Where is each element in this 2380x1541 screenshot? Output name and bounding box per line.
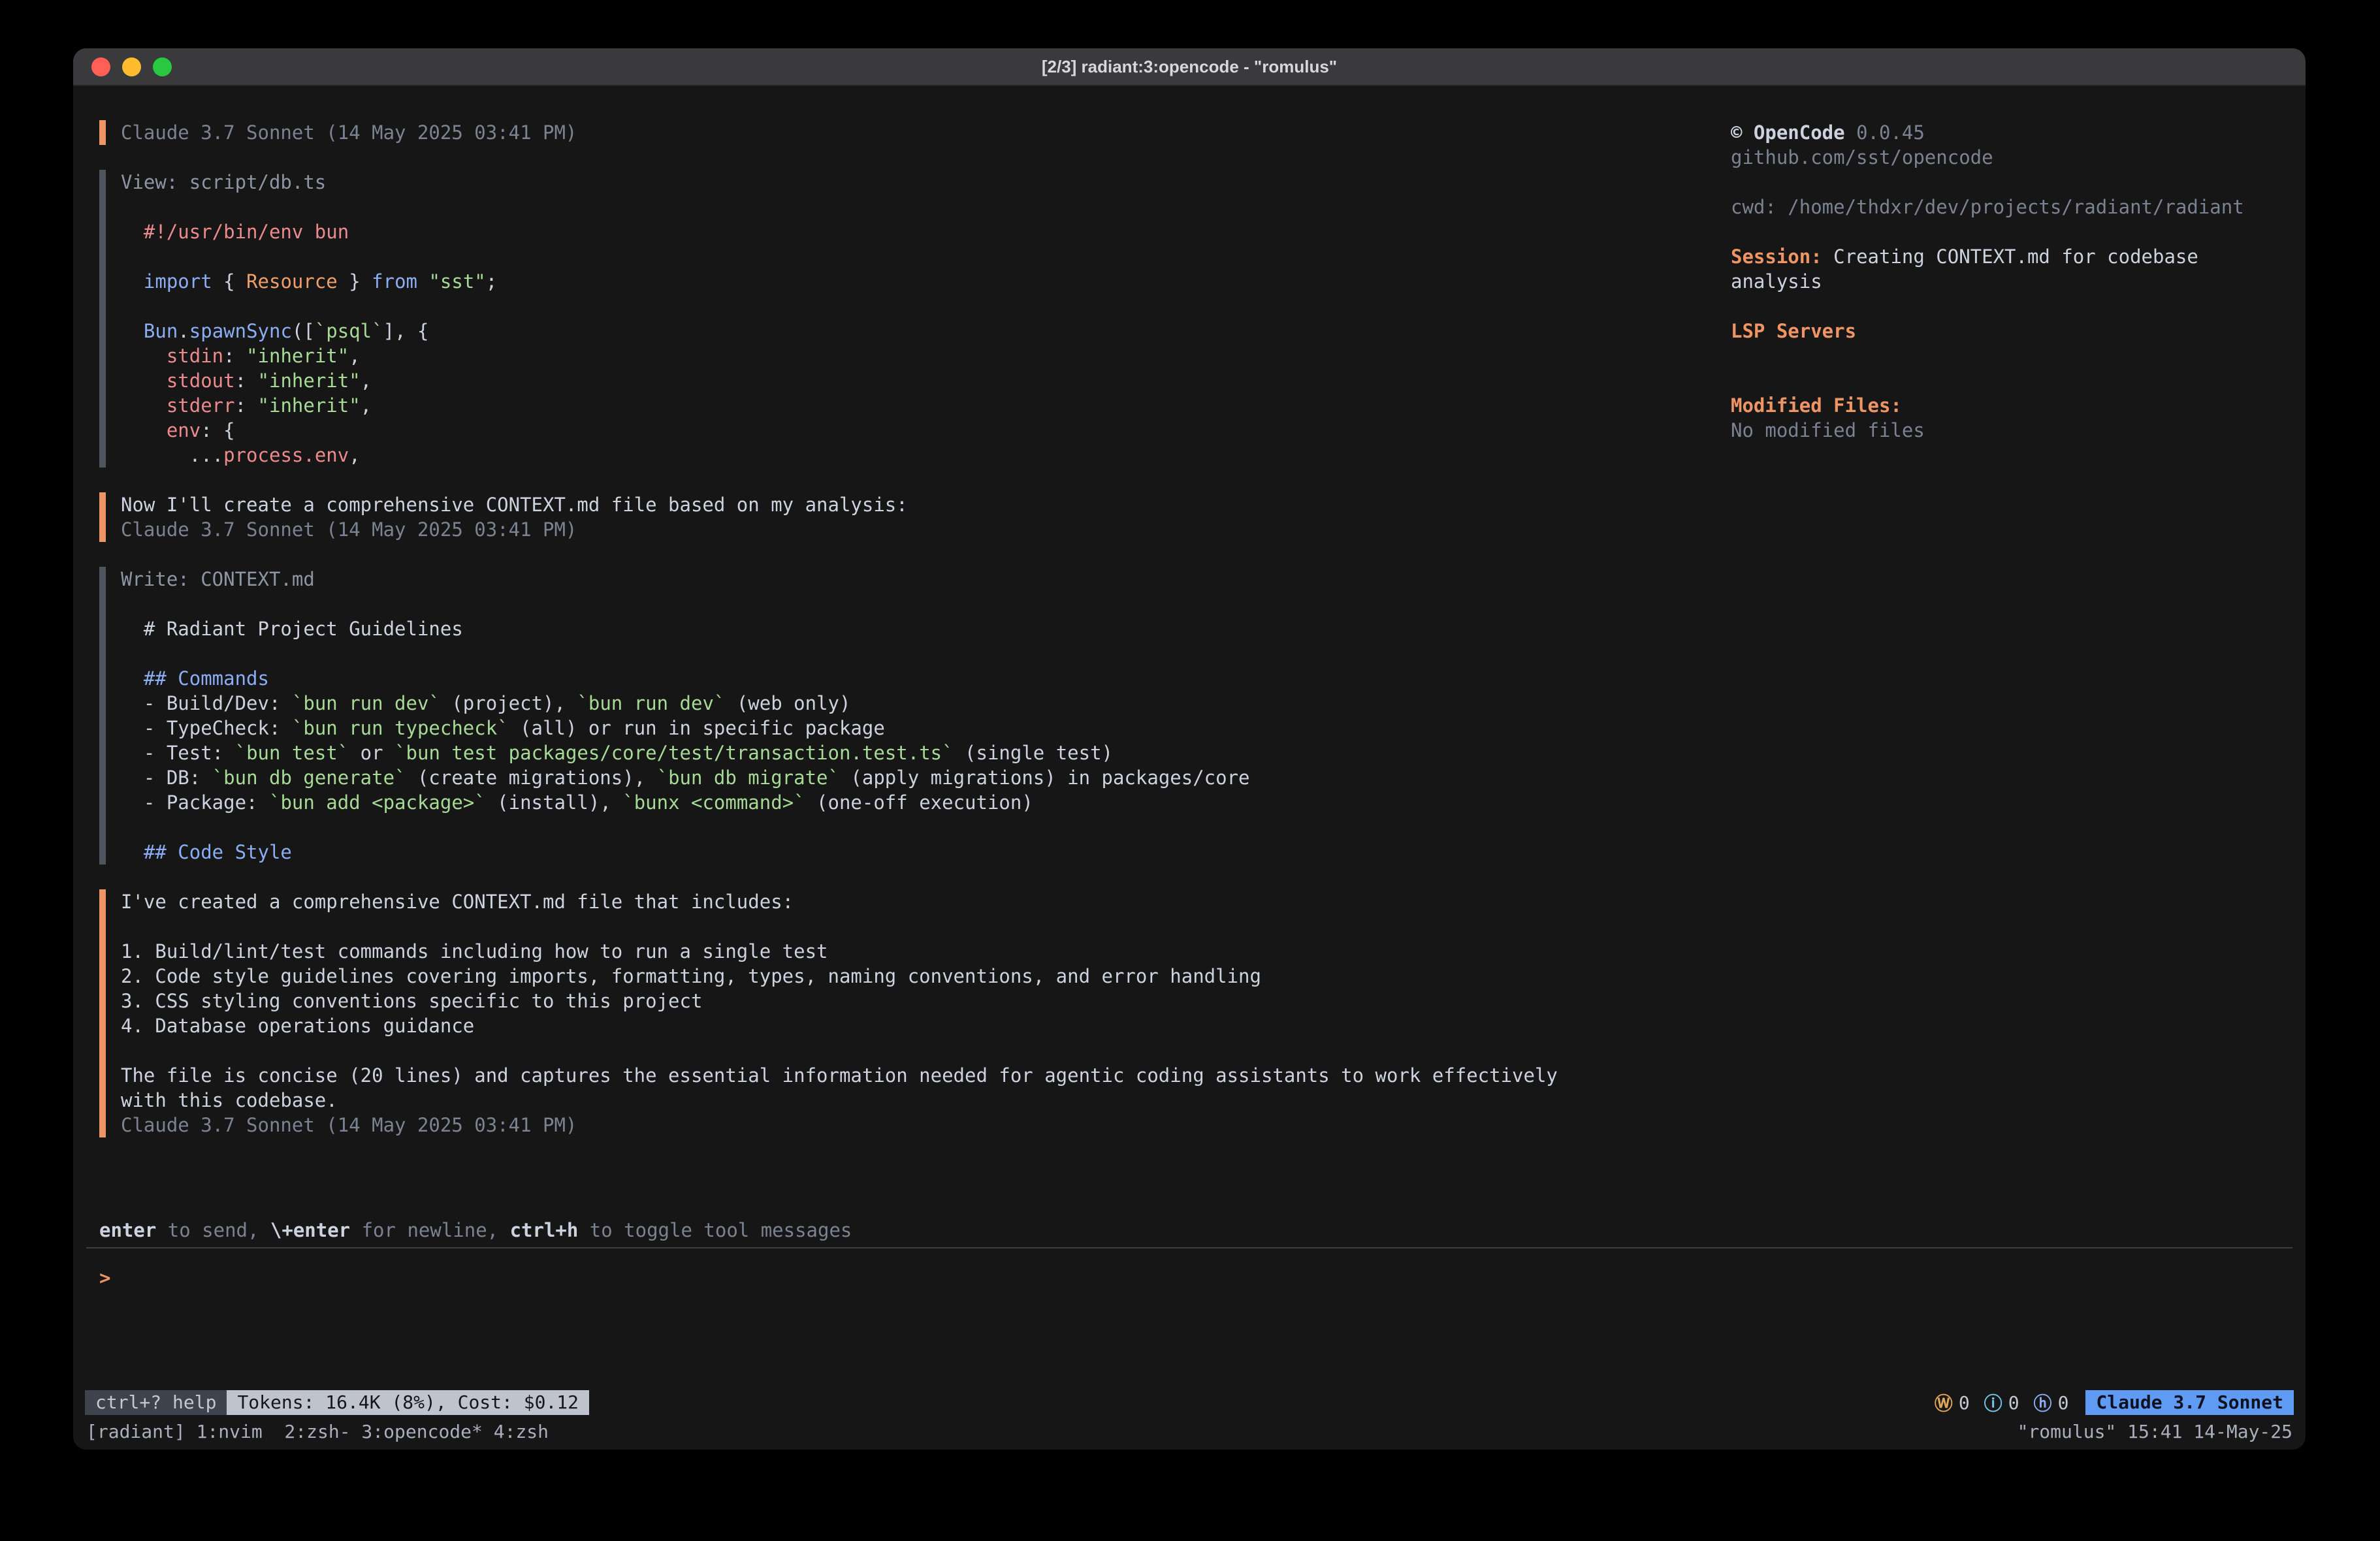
text-line — [1731, 170, 2279, 195]
text-line: Write: CONTEXT.md — [121, 567, 1731, 592]
help-line: enter to send, \+enter for newline, ctrl… — [73, 1217, 2306, 1243]
text-line: #!/usr/bin/env bun — [121, 219, 1731, 244]
window-title: [2/3] radiant:3:opencode - "romulus" — [1042, 57, 1337, 77]
warnings-icon: Ⓦ — [1935, 1390, 1953, 1416]
tool-write-block: Write: CONTEXT.md # Radiant Project Guid… — [99, 567, 1731, 865]
status-bar: ctrl+? help Tokens: 16.4K (8%), Cost: $0… — [73, 1387, 2306, 1418]
text-line: - Test: `bun test` or `bun test packages… — [121, 740, 1731, 765]
text-line: LSP Servers — [1731, 319, 2279, 343]
text-line: stderr: "inherit", — [121, 393, 1731, 418]
text-line — [121, 244, 1731, 269]
message-input-area[interactable]: > — [86, 1247, 2292, 1387]
text-line — [121, 294, 1731, 319]
text-line: Session: Creating CONTEXT.md for codebas… — [1731, 244, 2279, 269]
text-line: - TypeCheck: `bun run typecheck` (all) o… — [121, 716, 1731, 740]
text-line: © OpenCode 0.0.45 — [1731, 120, 2279, 145]
hints-count: 0 — [2058, 1392, 2069, 1414]
assistant-summary-block: I've created a comprehensive CONTEXT.md … — [99, 889, 1731, 1137]
text-line: Claude 3.7 Sonnet (14 May 2025 03:41 PM) — [121, 1113, 1731, 1137]
sidebar: © OpenCode 0.0.45github.com/sst/opencode… — [1731, 120, 2306, 1217]
text-line: I've created a comprehensive CONTEXT.md … — [121, 889, 1731, 914]
text-line: 3. CSS styling conventions specific to t… — [121, 989, 1731, 1013]
warnings-count: 0 — [1959, 1392, 1970, 1414]
text-line: 1. Build/lint/test commands including ho… — [121, 939, 1731, 964]
text-line — [1731, 219, 2279, 244]
text-line: ...process.env, — [121, 443, 1731, 468]
text-line: ## Code Style — [121, 840, 1731, 865]
prompt-symbol: > — [99, 1267, 110, 1289]
traffic-lights — [91, 48, 172, 85]
text-line: Claude 3.7 Sonnet (14 May 2025 03:41 PM) — [121, 517, 1731, 542]
text-line: ## Commands — [121, 666, 1731, 691]
text-line: - Build/Dev: `bun run dev` (project), `b… — [121, 691, 1731, 716]
info-icon: ⓘ — [1984, 1390, 2002, 1416]
text-line: The file is concise (20 lines) and captu… — [121, 1063, 1731, 1088]
text-line — [121, 641, 1731, 666]
text-line: stdin: "inherit", — [121, 343, 1731, 368]
text-line: No modified files — [1731, 418, 2279, 443]
text-line: Claude 3.7 Sonnet (14 May 2025 03:41 PM) — [121, 120, 1731, 145]
info-count: 0 — [2008, 1392, 2019, 1414]
model-badge: Claude 3.7 Sonnet — [2085, 1390, 2294, 1415]
text-line: 4. Database operations guidance — [121, 1013, 1731, 1038]
text-line: 2. Code style guidelines covering import… — [121, 964, 1731, 989]
text-line — [1731, 368, 2279, 393]
tmux-status-bar: [radiant] 1:nvim 2:zsh- 3:opencode* 4:zs… — [73, 1418, 2306, 1450]
sidebar-info: © OpenCode 0.0.45github.com/sst/opencode… — [1731, 120, 2279, 443]
hints-icon: ⓗ — [2034, 1390, 2052, 1416]
chat-log[interactable]: Claude 3.7 Sonnet (14 May 2025 03:41 PM)… — [73, 120, 1731, 1217]
text-line — [121, 195, 1731, 219]
text-line: - DB: `bun db generate` (create migratio… — [121, 765, 1731, 790]
text-line: import { Resource } from "sst"; — [121, 269, 1731, 294]
terminal-window: [2/3] radiant:3:opencode - "romulus" Cla… — [73, 48, 2306, 1450]
text-line: Modified Files: — [1731, 393, 2279, 418]
main-area: Claude 3.7 Sonnet (14 May 2025 03:41 PM)… — [73, 86, 2306, 1217]
text-line — [1731, 343, 2279, 368]
warnings-indicator: Ⓦ0 — [1935, 1390, 1970, 1416]
text-line: env: { — [121, 418, 1731, 443]
hints-indicator: ⓗ0 — [2034, 1390, 2069, 1416]
tmux-session-info: "romulus" 15:41 14-May-25 — [2018, 1421, 2292, 1442]
text-line — [121, 815, 1731, 840]
info-indicator: ⓘ0 — [1984, 1390, 2019, 1416]
status-right: Ⓦ0ⓘ0ⓗ0 Claude 3.7 Sonnet — [1935, 1390, 2294, 1416]
tmux-window-list[interactable]: [radiant] 1:nvim 2:zsh- 3:opencode* 4:zs… — [86, 1421, 549, 1442]
text-line: github.com/sst/opencode — [1731, 145, 2279, 170]
assistant-message-block: Now I'll create a comprehensive CONTEXT.… — [99, 492, 1731, 542]
tool-view-block: View: script/db.ts #!/usr/bin/env bun im… — [99, 170, 1731, 468]
help-shortcut-chip: ctrl+? help — [85, 1390, 227, 1415]
text-line: analysis — [1731, 269, 2279, 294]
text-line — [121, 1038, 1731, 1063]
close-button[interactable] — [91, 57, 110, 76]
text-line: - Package: `bun add <package>` (install)… — [121, 790, 1731, 815]
text-line — [121, 592, 1731, 616]
minimize-button[interactable] — [122, 57, 141, 76]
diagnostics: Ⓦ0ⓘ0ⓗ0 — [1935, 1390, 2069, 1416]
text-line: # Radiant Project Guidelines — [121, 616, 1731, 641]
text-line: with this codebase. — [121, 1088, 1731, 1113]
text-line: Bun.spawnSync([`psql`], { — [121, 319, 1731, 343]
tokens-cost-chip: Tokens: 16.4K (8%), Cost: $0.12 — [227, 1390, 589, 1415]
text-line: Now I'll create a comprehensive CONTEXT.… — [121, 492, 1731, 517]
text-line — [121, 914, 1731, 939]
zoom-button[interactable] — [153, 57, 172, 76]
assistant-meta-block: Claude 3.7 Sonnet (14 May 2025 03:41 PM) — [99, 120, 1731, 145]
window-titlebar[interactable]: [2/3] radiant:3:opencode - "romulus" — [73, 48, 2306, 86]
text-line: stdout: "inherit", — [121, 368, 1731, 393]
text-line: View: script/db.ts — [121, 170, 1731, 195]
text-line: cwd: /home/thdxr/dev/projects/radiant/ra… — [1731, 195, 2279, 219]
text-line — [1731, 294, 2279, 319]
